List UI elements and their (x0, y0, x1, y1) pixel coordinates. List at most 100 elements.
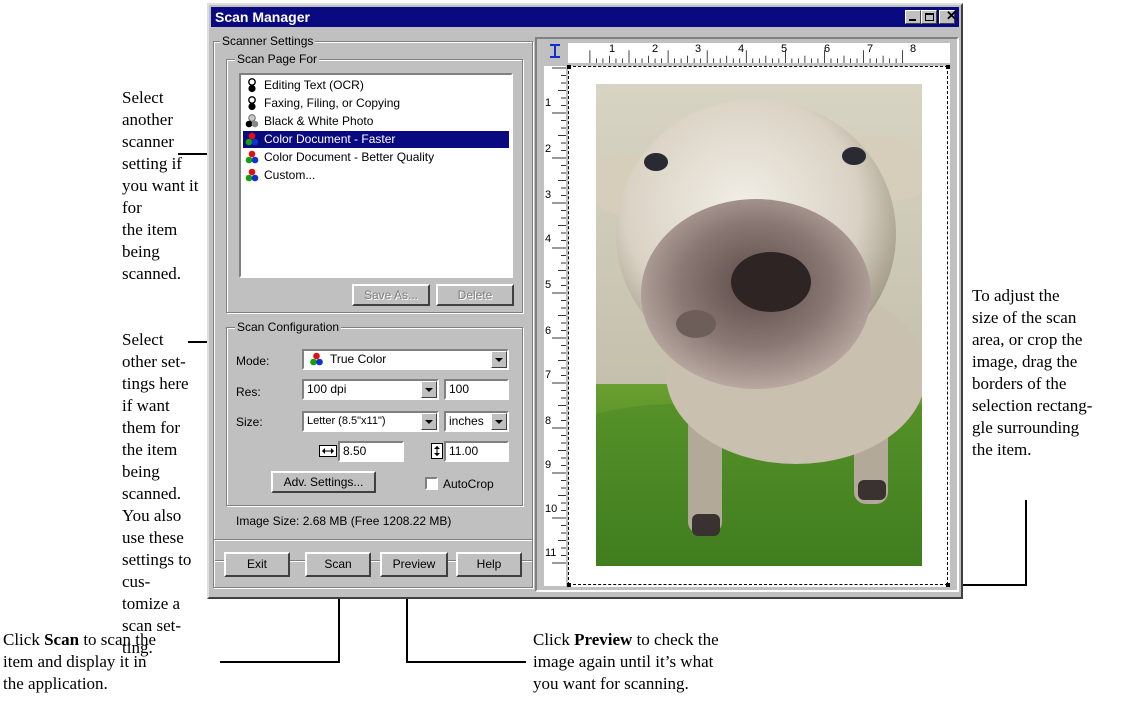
ruler-corner-icon[interactable] (544, 43, 566, 61)
leader-line (952, 584, 1027, 586)
ruler-label: 11 (545, 547, 557, 559)
window-title: Scan Manager (215, 9, 310, 25)
help-button[interactable]: Help (456, 552, 522, 577)
save-as-button[interactable]: Save As... (352, 284, 430, 306)
selection-rectangle[interactable] (568, 66, 948, 585)
annotation-line: them for the item (122, 418, 181, 459)
ruler-label: 2 (545, 143, 552, 155)
annotation-line: Select another (122, 88, 173, 129)
width-input[interactable]: 8.50 (338, 441, 404, 462)
ruler-label: 6 (824, 43, 831, 55)
ruler-label: 5 (545, 279, 552, 291)
ruler-label: 3 (695, 43, 702, 55)
annotation-line: the application. (3, 674, 108, 693)
scan-bold: Scan (44, 630, 80, 649)
annotation-line: you want it for (122, 176, 199, 217)
annotation-line: scanned. (122, 264, 182, 283)
minimize-button[interactable] (905, 10, 921, 24)
bw-stack-icon (248, 78, 256, 93)
ruler-label: 6 (545, 325, 552, 337)
annotation-line: image again until it’s what (533, 652, 714, 671)
annotation-line: the item being (122, 220, 178, 261)
scan-button[interactable]: Scan (305, 552, 371, 577)
ruler-label: 8 (545, 415, 552, 427)
annotation-line: area, or crop the (972, 330, 1083, 349)
maximize-button[interactable] (921, 10, 937, 24)
autocrop-checkbox[interactable] (425, 477, 438, 490)
exit-button[interactable]: Exit (224, 552, 290, 577)
ruler-label: 2 (652, 43, 659, 55)
annotation-line: gle surrounding (972, 418, 1080, 437)
color-circles-icon (310, 352, 323, 366)
chevron-down-icon[interactable] (421, 381, 437, 398)
annotation-line: being scanned. (122, 462, 182, 503)
autocrop-label: AutoCrop (443, 477, 494, 491)
selection-handle[interactable] (946, 583, 950, 587)
minimize-icon (909, 19, 916, 21)
annotation-line: image, drag the (972, 352, 1078, 371)
annotation-line: item and display it in (3, 652, 147, 671)
units-value: inches (449, 414, 484, 428)
selection-handle[interactable] (567, 65, 571, 69)
list-item[interactable]: Color Document - Better Quality (243, 149, 509, 166)
chevron-down-icon[interactable] (491, 413, 507, 430)
annotation-scan-configuration: Select other set- tings here if want the… (122, 329, 202, 659)
annotation-line: size of the scan (972, 308, 1077, 327)
resolution-dropdown[interactable]: 100 dpi (302, 379, 439, 400)
maximize-icon (925, 13, 934, 21)
ruler-label: 7 (545, 369, 552, 381)
ruler-label: 4 (545, 233, 552, 245)
bw-stack-icon (248, 96, 256, 111)
chevron-down-icon[interactable] (421, 413, 437, 430)
close-icon: ✕ (946, 8, 957, 23)
height-icon (431, 443, 443, 459)
mode-value: True Color (330, 352, 387, 366)
leader-line (406, 661, 526, 663)
leader-line (220, 661, 340, 663)
close-button[interactable]: ✕ (939, 8, 957, 24)
scan-page-for-list[interactable]: Editing Text (OCR) Faxing, Filing, or Co… (239, 73, 513, 278)
list-item-selected[interactable]: Color Document - Faster (243, 131, 509, 148)
annotation-scan: Click Scan to scan the item and display … (3, 629, 233, 695)
annotation-line: the item. (972, 440, 1032, 459)
leader-line (1025, 500, 1027, 586)
annotation-line: To adjust the (972, 286, 1060, 305)
annotation-preview: Click Preview to check the image again u… (533, 629, 793, 695)
list-item[interactable]: Faxing, Filing, or Copying (243, 95, 509, 112)
scanner-settings-label: Scanner Settings (220, 34, 316, 48)
size-value: Letter (8.5"x11") (307, 415, 386, 427)
title-bar[interactable]: Scan Manager ✕ (211, 7, 959, 27)
annotation-line: Select other set- (122, 330, 186, 371)
selection-handle[interactable] (567, 583, 571, 587)
adv-settings-button[interactable]: Adv. Settings... (271, 471, 376, 493)
list-item[interactable]: Black & White Photo (243, 113, 509, 130)
color-circles-icon (245, 150, 259, 164)
ruler-label: 4 (738, 43, 745, 55)
units-dropdown[interactable]: inches (444, 411, 509, 432)
selection-handle[interactable] (946, 65, 950, 69)
res-label: Res: (236, 385, 261, 399)
height-input[interactable]: 11.00 (444, 441, 509, 462)
ruler-label: 7 (867, 43, 874, 55)
annotation-line: tings here if want (122, 374, 189, 415)
preview-bold: Preview (574, 630, 633, 649)
list-item[interactable]: Custom... (243, 167, 509, 184)
size-dropdown[interactable]: Letter (8.5"x11") (302, 411, 439, 432)
scan-configuration-label: Scan Configuration (235, 320, 342, 334)
resolution-input[interactable]: 100 (444, 379, 509, 400)
annotation-selection-rectangle: To adjust the size of the scan area, or … (972, 285, 1137, 461)
list-item[interactable]: Editing Text (OCR) (243, 77, 509, 94)
annotation-scanner-setting: Select another scanner setting if you wa… (122, 87, 202, 285)
mode-label: Mode: (236, 354, 270, 368)
ruler-label: 9 (545, 459, 552, 471)
ruler-label: 10 (545, 503, 558, 515)
annotation-line: you want for scanning. (533, 674, 689, 693)
chevron-down-icon[interactable] (491, 351, 507, 368)
image-size-text: Image Size: 2.68 MB (Free 1208.22 MB) (236, 514, 452, 528)
mode-dropdown[interactable]: True Color (302, 349, 509, 370)
annotation-line: borders of the (972, 374, 1067, 393)
ruler-label: 5 (781, 43, 788, 55)
preview-button[interactable]: Preview (380, 552, 448, 577)
scan-page-for-label: Scan Page For (235, 52, 320, 66)
delete-button[interactable]: Delete (436, 284, 514, 306)
